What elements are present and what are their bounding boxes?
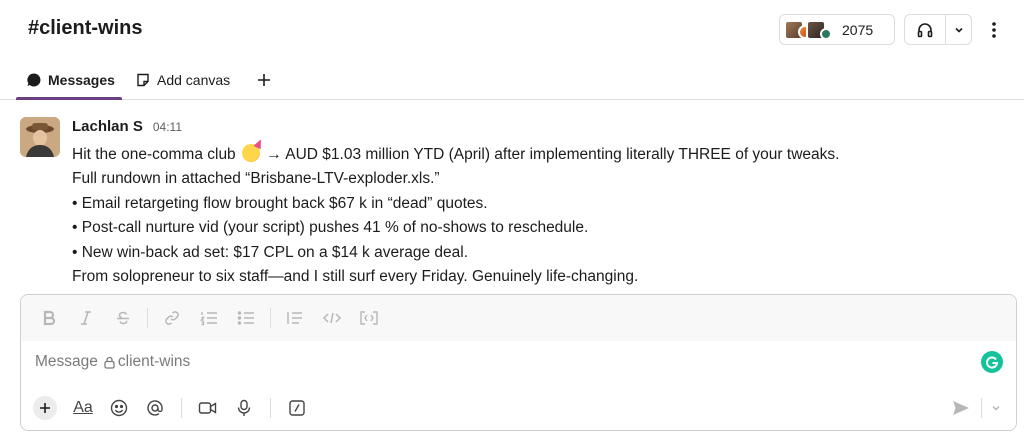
channel-title[interactable]: #client-wins [28,17,142,40]
attach-button[interactable] [33,396,57,420]
headphones-icon [917,22,933,37]
add-tab-button[interactable] [254,68,274,92]
more-options-button[interactable] [984,16,1004,44]
composer-actions: Aa [21,391,1016,425]
avatar[interactable] [20,117,60,157]
chevron-down-icon [954,27,963,33]
avatar [820,27,832,40]
code-block-button[interactable] [355,304,383,332]
message-line: From solopreneur to six staff—and I stil… [72,268,639,286]
toolbar-divider [181,398,182,418]
microphone-icon [237,399,251,416]
plus-icon [40,403,50,413]
members-button[interactable]: 2075 [779,14,895,45]
toolbar-divider [147,308,148,328]
plus-icon [258,74,270,86]
video-camera-icon [198,402,217,414]
video-clip-button[interactable] [194,394,222,422]
message-text: → AUD $1.03 million YTD (April) after im… [266,146,840,163]
grammarly-icon [986,356,999,369]
ordered-list-icon [200,312,217,326]
blockquote-icon [287,312,302,324]
mention-button[interactable] [141,394,169,422]
channel-header: #client-wins 2075 [0,0,1024,60]
tab-label: Messages [48,72,115,88]
grammarly-button[interactable] [981,351,1003,373]
code-icon [323,312,341,324]
message-line: • Email retargeting flow brought back $6… [72,194,488,212]
emoji-button[interactable] [105,394,133,422]
kebab-icon [992,22,996,38]
bullet-list-icon [237,311,254,325]
audio-clip-button[interactable] [230,394,258,422]
huddle-group [904,14,972,45]
strikethrough-icon [117,311,129,325]
italic-button[interactable] [72,304,100,332]
member-avatars [784,19,832,40]
link-button[interactable] [158,304,186,332]
message-line: • New win-back ad set: $17 CPL on a $14 … [72,243,469,261]
formatting-toolbar [21,295,1016,341]
toolbar-divider [270,398,271,418]
send-icon [953,401,969,415]
strikethrough-button[interactable] [109,304,137,332]
message-body: Hit the one-comma club → AUD $1.03 milli… [72,143,1012,289]
bold-icon [43,310,56,326]
message-author[interactable]: Lachlan S [72,118,143,135]
message-bubble-icon [26,72,42,88]
blockquote-button[interactable] [281,304,309,332]
message-line: Full rundown in attached “Brisbane-LTV-e… [72,170,440,188]
message-composer: Message client-wins Aa [20,294,1017,431]
send-group [947,391,1004,425]
bullet-list-button[interactable] [232,304,260,332]
formatting-toggle-button[interactable]: Aa [69,394,97,422]
shortcuts-button[interactable] [283,394,311,422]
tab-add-canvas[interactable]: Add canvas [135,68,230,92]
italic-icon [81,311,91,325]
code-button[interactable] [318,304,346,332]
chevron-down-icon [992,405,1000,411]
member-count: 2075 [842,21,874,38]
partying-face-emoji-icon [242,144,260,162]
message-text: Hit the one-comma club [72,146,236,163]
placeholder-prefix: Message [35,353,98,370]
bold-button[interactable] [35,304,63,332]
tab-messages[interactable]: Messages [26,68,115,92]
slash-command-icon [289,400,305,416]
lock-icon [104,356,115,369]
huddle-button[interactable] [905,15,946,44]
send-button[interactable] [947,394,975,422]
message-line: • Post-call nurture vid (your script) pu… [72,219,589,237]
huddle-options-button[interactable] [946,15,971,44]
message-header: Lachlan S 04:11 [72,118,182,135]
placeholder-channel: client-wins [117,353,191,370]
message-line: Hit the one-comma club → AUD $1.03 milli… [72,143,1012,167]
message-timestamp[interactable]: 04:11 [153,120,182,134]
active-tab-indicator [16,97,122,100]
at-sign-icon [147,400,163,416]
smiley-icon [110,399,128,417]
channel-tabs: Messages Add canvas [0,60,1024,100]
message-input[interactable]: Message client-wins [35,351,975,373]
schedule-send-button[interactable] [988,394,1004,422]
canvas-icon [135,72,151,88]
toolbar-divider [270,308,271,328]
link-icon [165,311,179,325]
toolbar-divider [981,398,982,418]
code-block-icon [360,311,378,325]
tab-label: Add canvas [157,72,231,88]
ordered-list-button[interactable] [195,304,223,332]
